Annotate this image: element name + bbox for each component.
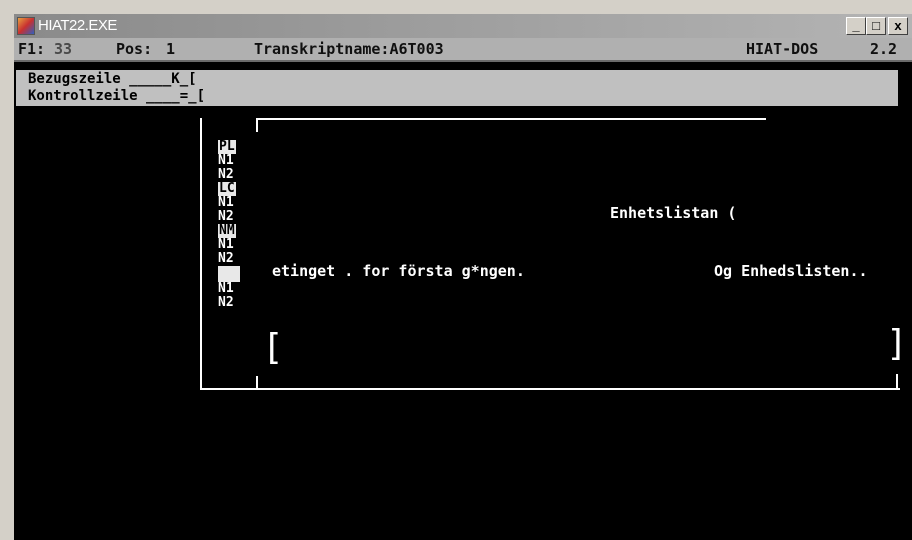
fl-label: F1: [18,40,46,58]
speaker-row[interactable]: N1 [218,196,244,210]
version-number: 2.2 [870,40,898,58]
input-bracket-right: ] [886,323,908,364]
kontrollzeile-line[interactable]: Kontrollzeile ____=_[ [28,88,205,105]
speaker-row[interactable]: N1 [218,282,244,296]
title-bar[interactable]: HIAT22.EXE _ □ x [14,14,912,38]
frame-tick [256,118,258,132]
nm-utterance-right[interactable]: Og Enhedslisten.. [714,262,868,280]
speaker-row[interactable]: N1 [218,154,244,168]
pos-label: Pos: [116,40,153,58]
bezugszeile-line[interactable]: Bezugszeile _____K_[ [28,71,197,88]
speaker-row[interactable]: N2 [218,296,244,310]
speaker-labels: PL N1 N2 LC N1 N2 NM N1 N2 N1 N2 [218,140,244,310]
frame-tick [256,376,258,388]
cursor-block[interactable] [218,266,240,282]
program-name: HIAT-DOS [746,40,819,58]
pos-value: 1 [166,40,176,58]
speaker-row[interactable]: PL [218,140,244,154]
speaker-row[interactable]: N2 [218,210,244,224]
window-title: HIAT22.EXE [38,17,117,34]
speaker-row[interactable]: N1 [218,238,244,252]
header-panel: Bezugszeile _____K_[ Kontrollzeile ____=… [16,70,898,106]
score-frame [200,118,900,390]
speaker-row[interactable]: N2 [218,252,244,266]
speaker-row[interactable]: LC [218,182,244,196]
frame-tick [896,374,898,388]
speaker-row[interactable]: N2 [218,168,244,182]
speaker-row[interactable]: NM [218,224,244,238]
lc-utterance[interactable]: Enhetslistan ( [610,204,736,222]
status-bar: F1: 33 Pos: 1 Transkriptname:A6T003 HIAT… [14,38,912,62]
transcript-name: Transkriptname:A6T003 [254,40,444,58]
minimize-button[interactable]: _ [846,17,866,35]
app-icon[interactable] [17,17,35,35]
frame-top-border [256,118,766,120]
input-bracket-left: [ [262,327,284,368]
fl-value: 33 [54,40,73,58]
nm-utterance-left[interactable]: etinget . for första g*ngen. [272,262,525,280]
maximize-button[interactable]: □ [866,17,886,35]
close-button[interactable]: x [888,17,908,35]
